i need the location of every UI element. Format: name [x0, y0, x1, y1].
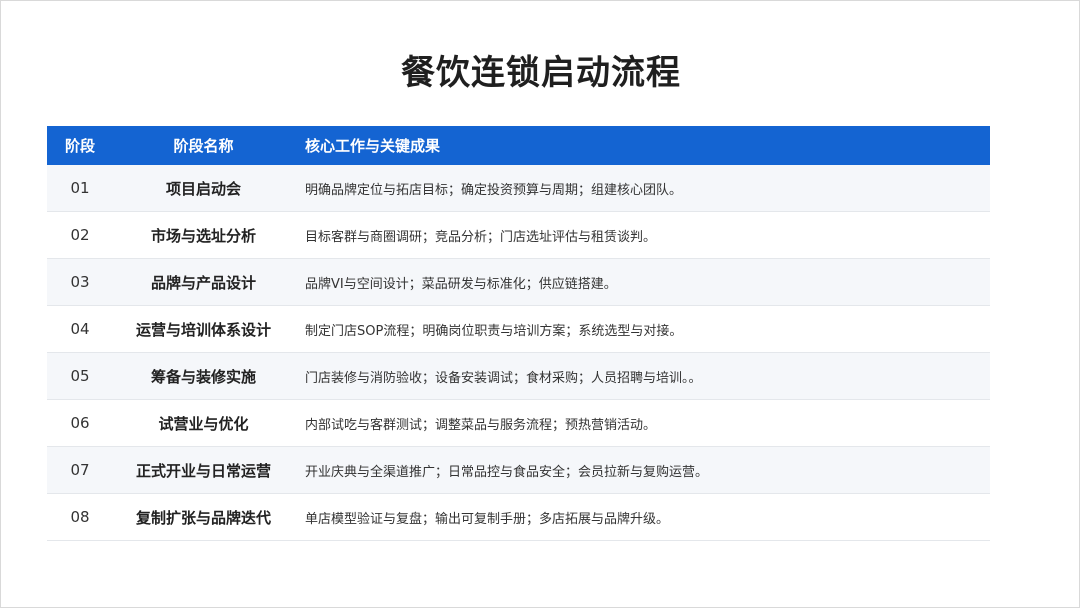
stage-name: 试营业与优化 [158, 414, 249, 433]
stage-number: 06 [70, 414, 90, 432]
table-row: 01 项目启动会 明确品牌定位与拓店目标；确定投资预算与周期；组建核心团队。 [47, 165, 990, 212]
stage-description: 门店装修与消防验收；设备安装调试；食材采购；人员招聘与培训。。 [305, 370, 702, 386]
header-stage: 阶段 [64, 137, 95, 155]
stage-description: 制定门店SOP流程；明确岗位职责与培训方案；系统选型与对接。 [305, 323, 683, 339]
stage-description: 开业庆典与全渠道推广；日常品控与食品安全；会员拉新与复购运营。 [305, 464, 709, 480]
stage-name: 市场与选址分析 [150, 226, 256, 245]
stage-name: 筹备与装修实施 [150, 367, 256, 386]
table-row: 04 运营与培训体系设计 制定门店SOP流程；明确岗位职责与培训方案；系统选型与… [47, 306, 990, 353]
table-header: 阶段 阶段名称 核心工作与关键成果 [47, 126, 990, 165]
stage-number: 01 [70, 179, 90, 197]
stage-name: 复制扩张与品牌迭代 [135, 508, 271, 527]
stage-number: 02 [70, 226, 90, 244]
table-row: 03 品牌与产品设计 品牌VI与空间设计；菜品研发与标准化；供应链搭建。 [47, 259, 990, 306]
header-stage-name: 阶段名称 [173, 137, 234, 155]
stage-description: 明确品牌定位与拓店目标；确定投资预算与周期；组建核心团队。 [305, 182, 683, 198]
header-core-work: 核心工作与关键成果 [305, 137, 441, 155]
stage-description: 内部试吃与客群测试；调整菜品与服务流程；预热营销活动。 [305, 417, 657, 433]
process-table: 阶段 阶段名称 核心工作与关键成果 01 项目启动会 明确品牌定位与拓店目标；确… [47, 126, 990, 541]
table-row: 07 正式开业与日常运营 开业庆典与全渠道推广；日常品控与食品安全；会员拉新与复… [47, 447, 990, 494]
stage-name: 正式开业与日常运营 [135, 461, 271, 480]
stage-number: 05 [70, 367, 90, 385]
stage-number: 03 [70, 273, 90, 291]
stage-number: 08 [70, 508, 90, 526]
slide: 餐饮连锁启动流程 阶段 阶段名称 核心工作与关键成果 01 项目启动会 明确品牌… [0, 0, 1080, 608]
table-row: 02 市场与选址分析 目标客群与商圈调研；竞品分析；门店选址评估与租赁谈判。 [47, 212, 990, 259]
table-row: 06 试营业与优化 内部试吃与客群测试；调整菜品与服务流程；预热营销活动。 [47, 400, 990, 447]
stage-description: 目标客群与商圈调研；竞品分析；门店选址评估与租赁谈判。 [305, 229, 657, 245]
stage-number: 07 [70, 461, 90, 479]
stage-name: 项目启动会 [165, 179, 241, 198]
stage-name: 运营与培训体系设计 [135, 320, 271, 339]
stage-name: 品牌与产品设计 [150, 273, 256, 292]
stage-description: 单店模型验证与复盘；输出可复制手册；多店拓展与品牌升级。 [305, 511, 670, 527]
table-row: 08 复制扩张与品牌迭代 单店模型验证与复盘；输出可复制手册；多店拓展与品牌升级… [47, 494, 990, 541]
table-row: 05 筹备与装修实施 门店装修与消防验收；设备安装调试；食材采购；人员招聘与培训… [47, 353, 990, 400]
stage-description: 品牌VI与空间设计；菜品研发与标准化；供应链搭建。 [305, 276, 617, 292]
page-title: 餐饮连锁启动流程 [401, 53, 681, 93]
stage-number: 04 [70, 320, 90, 338]
